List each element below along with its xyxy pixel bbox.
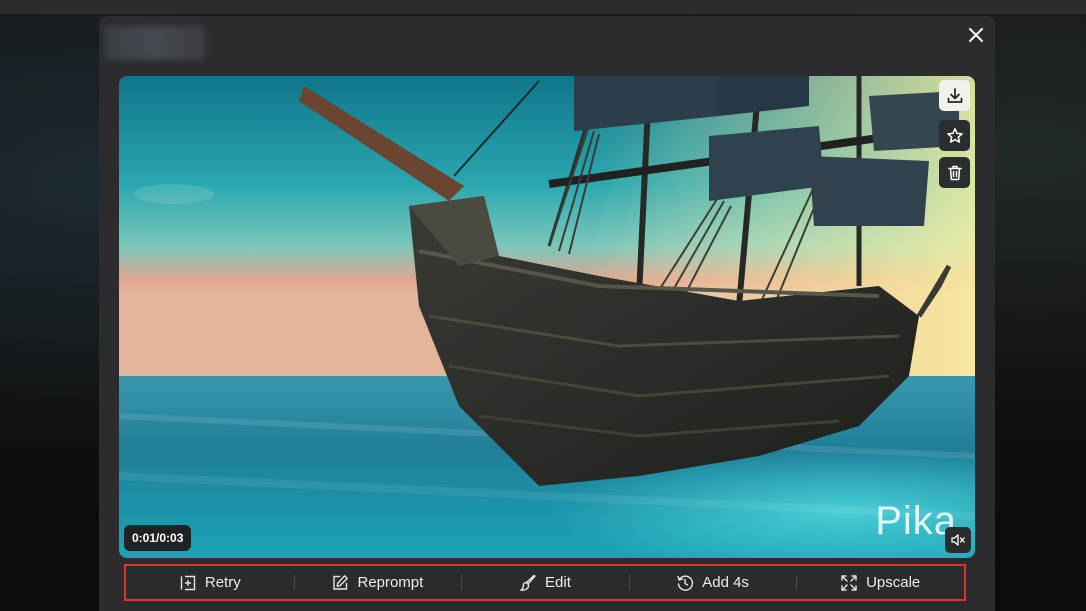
favorite-button[interactable] bbox=[939, 120, 970, 151]
expand-icon bbox=[841, 574, 857, 591]
close-button[interactable] bbox=[965, 24, 987, 46]
download-button[interactable] bbox=[939, 80, 970, 111]
blurred-title bbox=[105, 26, 205, 60]
edit-button[interactable]: Edit bbox=[461, 566, 629, 599]
retry-label: Retry bbox=[204, 574, 241, 591]
close-icon bbox=[969, 28, 983, 42]
upscale-label: Upscale bbox=[866, 574, 921, 591]
clock-add-icon bbox=[677, 574, 694, 591]
delete-button[interactable] bbox=[939, 157, 970, 188]
pencil-square-icon bbox=[333, 574, 349, 590]
retry-icon bbox=[180, 575, 196, 590]
retry-button[interactable]: Retry bbox=[126, 566, 294, 599]
add-4s-button[interactable]: Add 4s bbox=[628, 566, 797, 599]
download-icon bbox=[947, 87, 962, 103]
edit-label: Edit bbox=[545, 574, 571, 591]
upscale-button[interactable]: Upscale bbox=[796, 566, 964, 599]
video-modal: 0:01/0:03 Pika Retry Reprompt Edit Add 4… bbox=[99, 16, 995, 611]
video-frame bbox=[119, 76, 975, 558]
speaker-muted-icon bbox=[951, 534, 965, 546]
video-time: 0:01/0:03 bbox=[124, 525, 192, 551]
brush-icon bbox=[520, 574, 536, 591]
add-4s-label: Add 4s bbox=[702, 574, 749, 591]
reprompt-button[interactable]: Reprompt bbox=[293, 566, 462, 599]
reprompt-label: Reprompt bbox=[357, 574, 424, 591]
mute-button[interactable] bbox=[945, 527, 971, 553]
trash-icon bbox=[947, 165, 962, 180]
action-toolbar: Retry Reprompt Edit Add 4s Upscale bbox=[124, 564, 966, 601]
video-player[interactable]: 0:01/0:03 Pika bbox=[119, 76, 975, 558]
background-strip bbox=[0, 0, 1086, 14]
star-icon bbox=[946, 127, 963, 143]
